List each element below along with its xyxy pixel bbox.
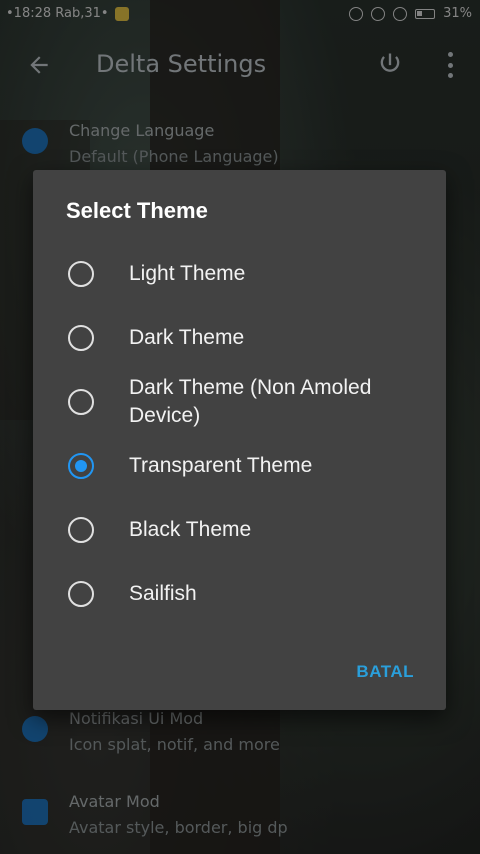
option-label: Black Theme <box>129 518 252 541</box>
theme-option-sailfish[interactable]: Sailfish <box>33 564 446 624</box>
dialog-title: Select Theme <box>66 198 208 223</box>
theme-option-dark[interactable]: Dark Theme <box>33 308 446 368</box>
theme-option-black[interactable]: Black Theme <box>33 500 446 560</box>
radio-button[interactable] <box>68 261 94 287</box>
theme-option-dark-non-amoled[interactable]: Dark Theme (Non Amoled Device) <box>33 372 446 436</box>
option-label: Sailfish <box>129 582 197 605</box>
select-theme-dialog: Select Theme Light Theme Dark Theme Dark… <box>33 170 446 710</box>
cancel-button[interactable]: BATAL <box>356 662 414 682</box>
theme-option-transparent[interactable]: Transparent Theme <box>33 436 446 496</box>
radio-button[interactable] <box>68 389 94 415</box>
radio-button-checked[interactable] <box>68 453 94 479</box>
radio-button[interactable] <box>68 581 94 607</box>
option-label: Transparent Theme <box>129 454 313 477</box>
theme-option-light[interactable]: Light Theme <box>33 244 446 304</box>
radio-button[interactable] <box>68 325 94 351</box>
option-label: Light Theme <box>129 262 246 285</box>
option-label: Dark Theme <box>129 326 245 349</box>
radio-button[interactable] <box>68 517 94 543</box>
option-label: Dark Theme (Non Amoled Device) <box>129 376 372 427</box>
